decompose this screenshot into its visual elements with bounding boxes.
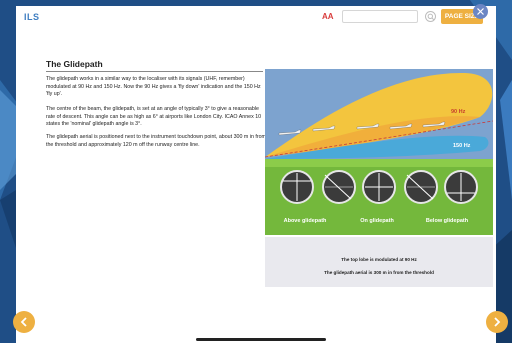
prev-page-button[interactable] bbox=[13, 311, 35, 333]
chevron-left-icon bbox=[20, 317, 27, 327]
close-button[interactable] bbox=[473, 4, 488, 19]
page-title: The Glidepath bbox=[46, 59, 263, 72]
top-toolbar: ILS AA PAGE SIZE bbox=[16, 6, 496, 28]
caption-line-2: The glidepath aerial is 300 m in from th… bbox=[324, 270, 434, 275]
paragraph-1: The glidepath works in a similar way to … bbox=[46, 76, 261, 98]
glidepath-diagram: 90 Hz 150 Hz Above glidepath On glidepat… bbox=[265, 69, 493, 235]
indicator-4 bbox=[404, 170, 438, 204]
paragraph-3: The glidepath aerial is positioned next … bbox=[46, 134, 266, 148]
search-input[interactable] bbox=[342, 10, 418, 23]
chevron-right-icon bbox=[494, 317, 501, 327]
lobe-upper-label: 90 Hz bbox=[451, 109, 466, 115]
indicator-label-below: Below glidepath bbox=[426, 218, 469, 224]
caption-line-1: The top lobe is modulated at 90 Hz bbox=[341, 257, 417, 262]
font-size-button[interactable]: AA bbox=[322, 12, 334, 21]
indicator-label-above: Above glidepath bbox=[284, 218, 327, 224]
indicator-3 bbox=[362, 170, 396, 204]
content-panel: ILS AA PAGE SIZE The Glidepath The glide… bbox=[16, 6, 496, 343]
paragraph-2: The centre of the beam, the glidepath, i… bbox=[46, 106, 262, 128]
app-title: ILS bbox=[24, 12, 40, 22]
indicator-label-on: On glidepath bbox=[360, 218, 394, 224]
indicator-2 bbox=[322, 170, 356, 204]
indicator-1 bbox=[280, 170, 314, 204]
caption-box: The top lobe is modulated at 90 Hz The g… bbox=[265, 237, 493, 287]
close-icon bbox=[477, 8, 484, 15]
lobe-lower-label: 150 Hz bbox=[453, 143, 471, 149]
home-indicator bbox=[196, 338, 326, 341]
search-icon[interactable] bbox=[425, 11, 436, 22]
next-page-button[interactable] bbox=[486, 311, 508, 333]
indicator-5 bbox=[444, 170, 478, 204]
